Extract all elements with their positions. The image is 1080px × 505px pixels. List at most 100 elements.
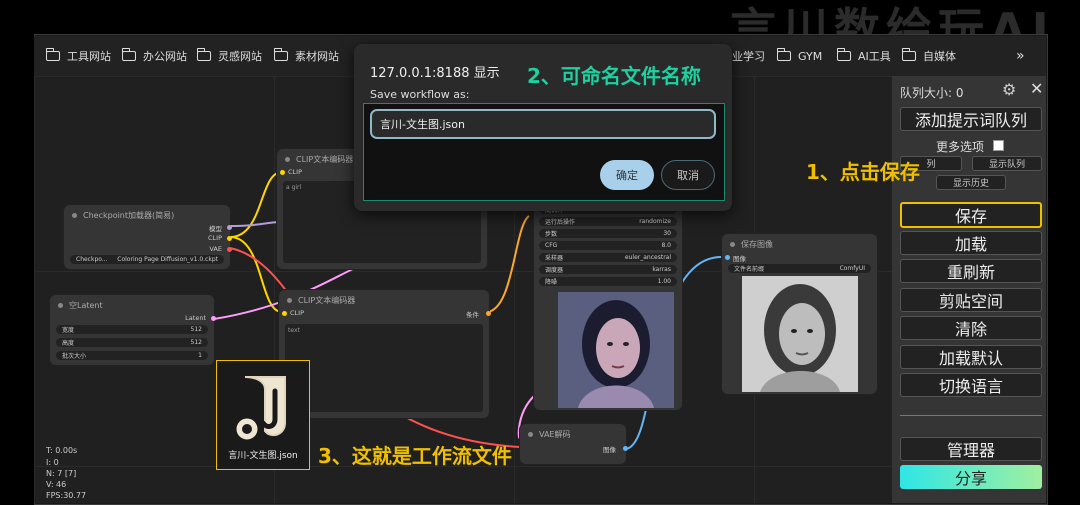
cfg-widget[interactable]: CFG 8.0 [539, 241, 677, 250]
clipspace-button[interactable]: 剪贴空间 [900, 288, 1042, 312]
folder-icon [45, 48, 60, 61]
annotation-step-1: 1、点击保存 [806, 160, 920, 184]
bookmark-materials[interactable]: 素材网站 [273, 36, 339, 76]
menu-divider [900, 415, 1042, 416]
widget-value: 512 [190, 326, 202, 333]
share-button[interactable]: 分享 [900, 465, 1042, 489]
port-image-label: 图像 [603, 446, 616, 454]
node-ksampler[interactable]: 随机种661195177201011 运行后操作randomize 步数30 C… [534, 200, 682, 410]
node-save-image[interactable]: 保存图像 图像 文件名前缀 ComfyUI [722, 234, 877, 394]
node-clip-text-encode-negative[interactable]: CLIP文本编码器 CLIP 条件 text [279, 290, 491, 418]
wire-cond [485, 215, 530, 313]
widget-value: 1.00 [657, 278, 671, 285]
dialog-prompt-text: Save workflow as: [370, 88, 470, 101]
workflow-name-input[interactable] [370, 109, 716, 139]
negative-prompt-textarea[interactable]: text [285, 324, 483, 412]
queue-size-label: 队列大小: 0 [900, 86, 964, 100]
input-clip-dot[interactable] [280, 170, 285, 175]
wire-model [229, 221, 283, 227]
output-conditioning-dot[interactable] [486, 311, 491, 316]
checkpoint-select[interactable]: Checkpo... Coloring Page Diffusion_v1.0.… [70, 255, 224, 264]
stats-time: T: 0.00s [46, 446, 78, 455]
width-stepper[interactable]: 宽度 512 [56, 325, 208, 334]
workflow-file-icon-box[interactable]: 言川-文生图.json [216, 360, 310, 470]
widget-label: 高度 [62, 340, 75, 347]
widget-value: Coloring Page Diffusion_v1.0.ckpt [117, 256, 218, 263]
port-clip-label: CLIP [290, 309, 304, 317]
node-title: 保存图像 [722, 234, 877, 255]
bookmark-label: 工具网站 [67, 50, 111, 63]
sampler-widget[interactable]: 采样器 euler_ancestral [539, 253, 677, 262]
output-image-dot[interactable] [623, 446, 628, 451]
port-clip-label: CLIP [208, 234, 222, 242]
stats-vertices: V: 46 [46, 480, 67, 489]
scroll-file-icon [233, 376, 286, 443]
refresh-button[interactable]: 重刷新 [900, 259, 1042, 283]
port-model-label: 模型 [209, 225, 222, 233]
widget-value: euler_ancestral [624, 254, 671, 261]
widget-label: 步数 [545, 231, 558, 238]
bookmark-study[interactable]: 业学习 [732, 36, 765, 76]
extra-options-checkbox[interactable] [993, 140, 1004, 151]
node-vae-decode[interactable]: VAE解码 图像 [520, 424, 628, 464]
preview-portrait-image [558, 292, 674, 408]
widget-label: 采样器 [545, 255, 564, 262]
load-button[interactable]: 加载 [900, 231, 1042, 255]
denoise-widget[interactable]: 降噪 1.00 [539, 277, 677, 286]
input-image-dot[interactable] [725, 255, 730, 260]
bookmark-ai-tools[interactable]: AI工具 [836, 36, 891, 76]
view-queue-button[interactable]: 显示队列 [972, 156, 1042, 171]
bookmark-label: 素材网站 [295, 50, 339, 63]
output-clip-dot[interactable] [227, 236, 232, 241]
view-history-button[interactable]: 显示历史 [936, 175, 1006, 190]
port-vae-label: VAE [209, 245, 222, 253]
bookmarks-overflow-button[interactable]: » [1016, 36, 1025, 76]
widget-value: randomize [639, 218, 671, 225]
queue-prompt-button[interactable]: 添加提示词队列 [900, 107, 1042, 131]
control-after-generate-widget[interactable]: 运行后操作 randomize [539, 217, 677, 226]
manager-button[interactable]: 管理器 [900, 437, 1042, 461]
output-latent-dot[interactable] [211, 316, 216, 321]
bookmark-label: GYM [798, 49, 823, 63]
folder-icon [273, 48, 288, 61]
bookmark-gym[interactable]: GYM [776, 36, 823, 76]
extra-options-label: 更多选项 [936, 140, 985, 154]
filename-prefix-input[interactable]: 文件名前缀 ComfyUI [728, 264, 871, 273]
batch-size-stepper[interactable]: 批次大小 1 [56, 351, 208, 360]
output-vae-dot[interactable] [227, 247, 232, 252]
wire-clip-top [229, 171, 283, 238]
widget-value: karras [652, 266, 671, 273]
stats-nodes: N: 7 [7] [46, 469, 77, 478]
port-clip-label: CLIP [288, 168, 302, 176]
bookmark-office[interactable]: 办公网站 [121, 36, 187, 76]
node-checkpoint-loader[interactable]: Checkpoint加载器(简易) 模型 CLIP VAE Checkpo...… [64, 205, 232, 269]
output-model-dot[interactable] [227, 225, 232, 230]
bookmark-tools[interactable]: 工具网站 [45, 36, 111, 76]
dialog-cancel-button[interactable]: 取消 [661, 160, 715, 190]
node-empty-latent[interactable]: 空Latent Latent 宽度 512 高度 512 批次大小 1 [50, 295, 216, 365]
port-conditioning-label: 条件 [466, 311, 479, 319]
bookmark-media[interactable]: 自媒体 [901, 36, 956, 76]
widget-label: Checkpo... [76, 256, 108, 263]
save-button[interactable]: 保存 [900, 202, 1042, 228]
node-title: 空Latent [50, 295, 214, 316]
input-clip-dot[interactable] [282, 311, 287, 316]
widget-value: 30 [663, 230, 671, 237]
scheduler-widget[interactable]: 调度器 karras [539, 265, 677, 274]
dialog-ok-button[interactable]: 确定 [600, 160, 654, 190]
widget-label: 文件名前缀 [734, 266, 765, 273]
clear-button[interactable]: 清除 [900, 316, 1042, 340]
bookmark-label: AI工具 [858, 50, 891, 63]
close-menu-icon[interactable]: ✕ [1030, 79, 1043, 98]
bookmark-inspiration[interactable]: 灵感网站 [196, 36, 262, 76]
folder-icon [776, 48, 791, 61]
height-stepper[interactable]: 高度 512 [56, 338, 208, 347]
bookmark-label: 灵感网站 [218, 50, 262, 63]
wire-clip-bottom [229, 236, 283, 313]
widget-label: 宽度 [62, 327, 75, 334]
load-default-button[interactable]: 加载默认 [900, 345, 1042, 369]
settings-gear-icon[interactable]: ⚙ [1002, 80, 1016, 99]
switch-language-button[interactable]: 切换语言 [900, 373, 1042, 397]
steps-widget[interactable]: 步数 30 [539, 229, 677, 238]
widget-value: ComfyUI [839, 265, 865, 272]
